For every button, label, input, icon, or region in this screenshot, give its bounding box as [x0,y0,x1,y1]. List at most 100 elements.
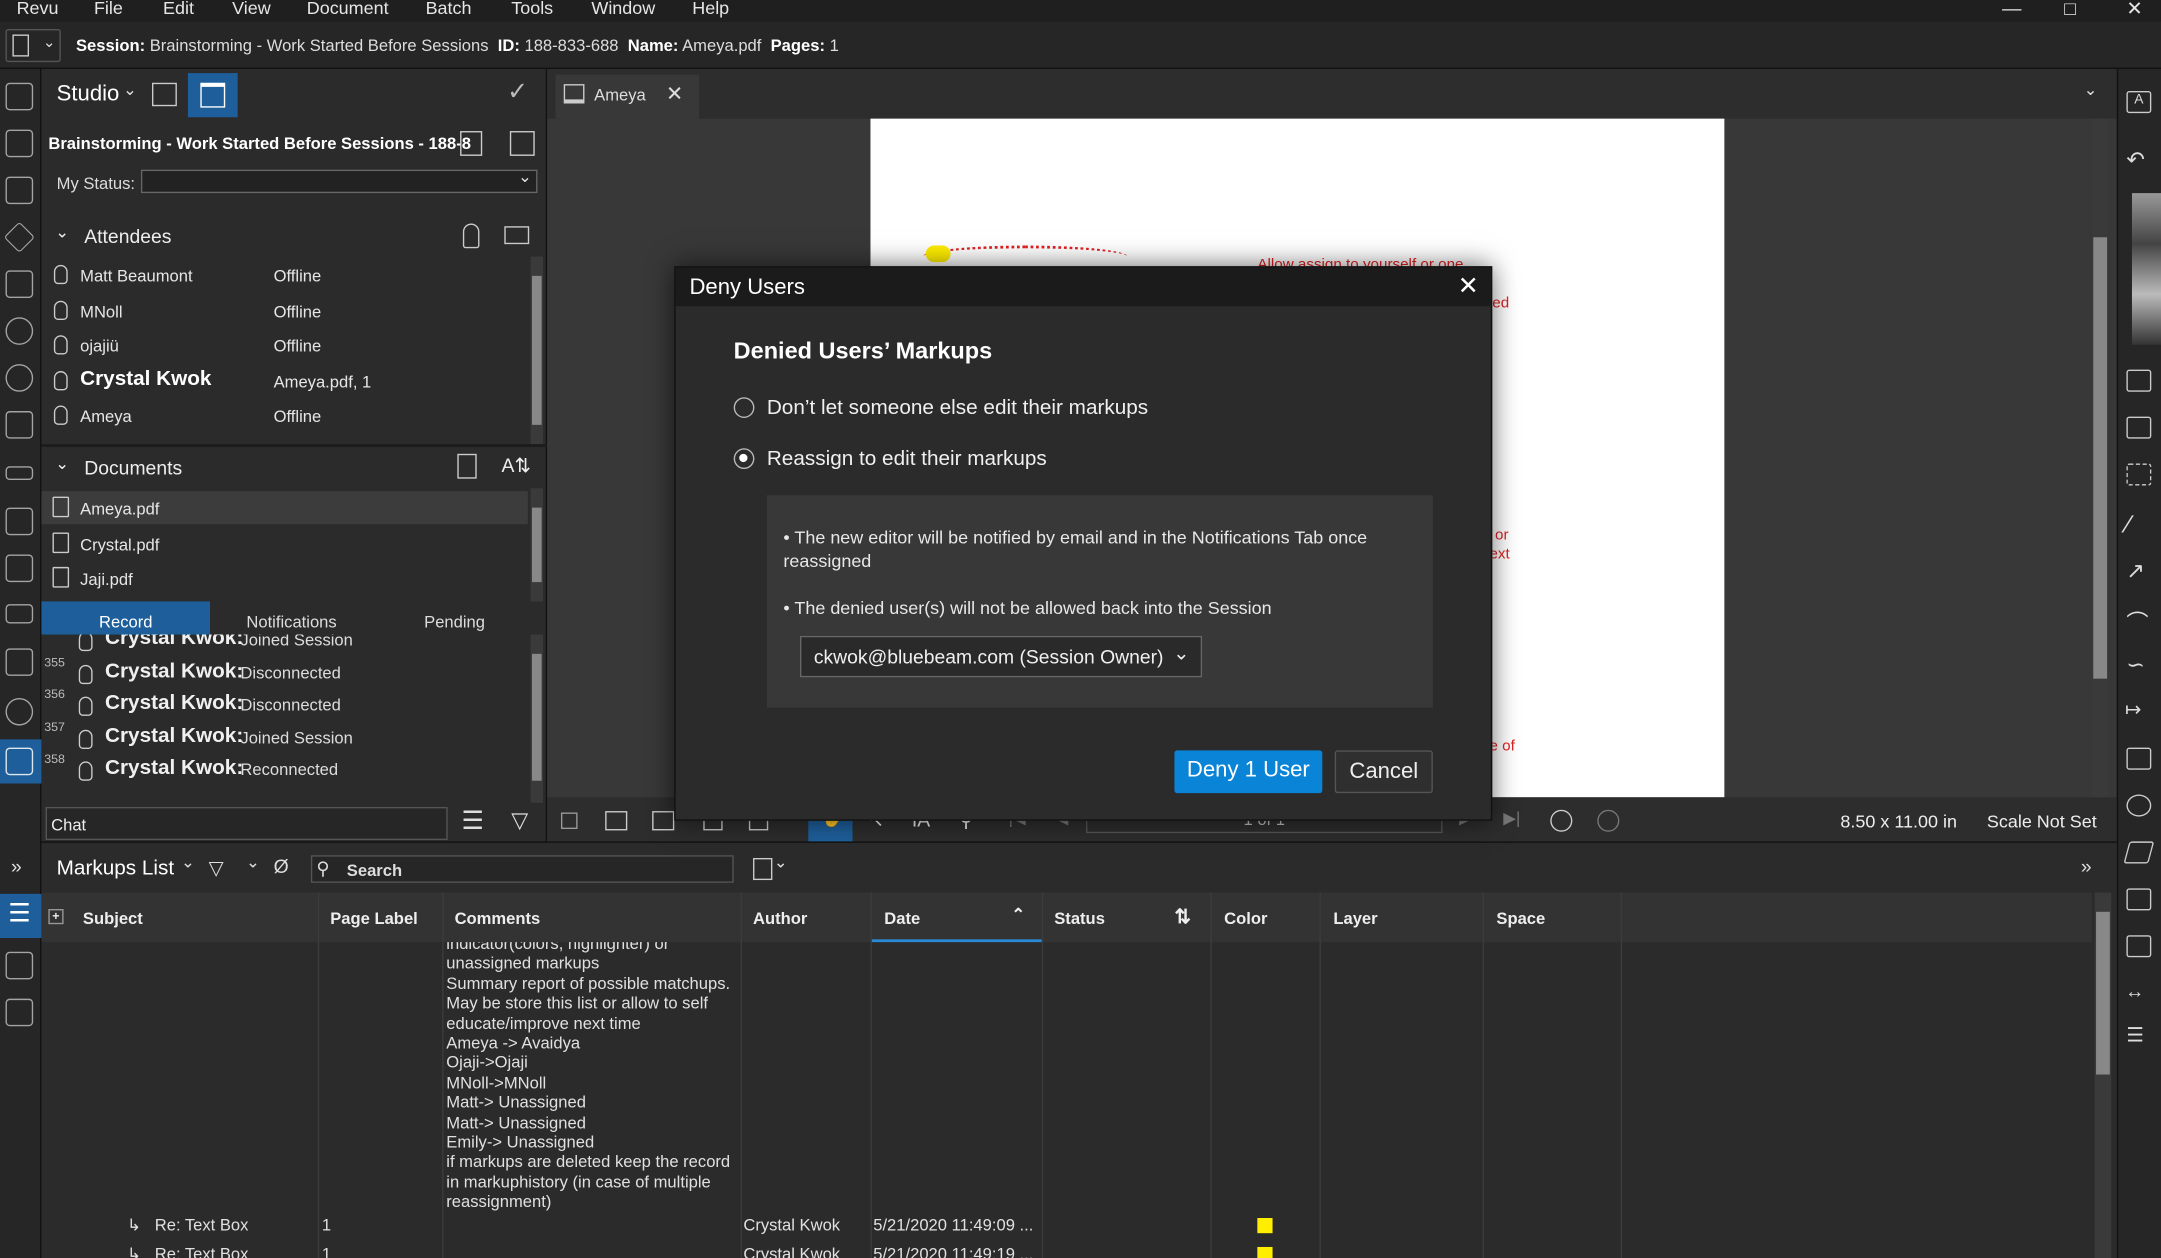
menu-document[interactable]: Document [307,0,389,18]
col-author[interactable]: Author [753,909,807,928]
col-layer[interactable]: Layer [1333,909,1377,928]
viewer-scrollbar[interactable] [2091,118,2109,798]
col-page-label[interactable]: Page Label [330,909,418,928]
my-status-select[interactable]: ⌄ [140,167,538,194]
bookmarks-icon[interactable] [5,176,34,205]
record-scrollbar[interactable] [530,634,544,803]
arc-icon[interactable]: ⌒ [2126,604,2148,637]
page-size[interactable]: 8.50 x 11.00 in [1840,811,1957,832]
polyline-icon[interactable]: ∽ [2126,651,2145,679]
close-tab-icon[interactable]: ✕ [666,81,683,106]
expand-all-icon[interactable]: + [48,909,64,925]
markups-list-title[interactable]: Markups List [57,857,174,880]
search-icon[interactable] [5,697,34,726]
tab-notifications[interactable]: Notifications [210,601,373,634]
radio-reassign[interactable] [733,448,755,469]
attendee-row[interactable]: Matt Beaumont Offline [41,259,525,292]
tab-pending[interactable]: Pending [373,601,536,634]
color-swatch[interactable] [1257,1246,1273,1258]
3d-icon[interactable] [5,951,34,980]
last-page-icon[interactable]: ▶| [1503,808,1520,827]
grid-icon[interactable] [5,129,34,158]
polygon-icon[interactable] [2123,841,2155,864]
close-window-icon[interactable]: ✕ [2126,0,2142,21]
length-icon[interactable]: ↔ [2125,979,2144,1001]
projects-icon[interactable] [151,82,177,107]
chevron-down-icon[interactable]: ⌄ [774,852,788,871]
menu-view[interactable]: View [232,0,271,18]
dimension-icon[interactable]: ↦ [2125,698,2141,721]
layers-icon[interactable] [3,221,35,253]
area-icon[interactable] [2126,888,2152,911]
back-view-icon[interactable] [1550,809,1573,832]
documents-scrollbar[interactable] [530,488,544,602]
menu-window[interactable]: Window [591,0,655,18]
col-status[interactable]: Status [1054,909,1105,928]
tab-record[interactable]: Record [41,601,211,635]
count-icon[interactable]: ☰ [2126,1024,2143,1047]
collapse-icon[interactable]: ⌄ [55,222,69,241]
menu-revu[interactable]: Revu [17,0,59,18]
location-icon[interactable] [5,364,34,392]
undo-icon[interactable]: ↶ [2126,146,2145,174]
gear-icon[interactable] [5,317,34,345]
reassign-user-select[interactable]: ckwok@bluebeam.com (Session Owner) ⌄ [800,635,1203,678]
filter-icon[interactable]: ▽ [511,807,528,835]
image-icon[interactable] [2126,416,2152,439]
highlight-markup[interactable] [925,245,951,263]
snapshot-icon[interactable] [2126,463,2152,486]
menu-help[interactable]: Help [692,0,729,18]
search-input[interactable]: Search [347,861,402,880]
rectangle-icon[interactable] [2126,747,2152,770]
list-icon[interactable]: ☰ [461,807,483,836]
attendee-row[interactable]: Ameya Offline [41,401,525,434]
col-color[interactable]: Color [1224,909,1267,928]
thumbnails-icon[interactable] [5,82,34,111]
single-page-icon[interactable] [560,812,578,830]
col-comments[interactable]: Comments [455,909,541,928]
filter-chevron-icon[interactable]: ⌄ [246,852,260,871]
add-document-icon[interactable] [457,453,477,479]
perimeter-icon[interactable] [2126,935,2152,958]
markups-search[interactable]: ⚲ Search [310,855,734,883]
markups-scrollbar[interactable] [2094,892,2112,1258]
sessions-tab[interactable] [187,73,238,118]
chevron-down-icon[interactable]: ⌄ [181,852,195,871]
studio-tab-active[interactable] [0,739,42,784]
attendee-row[interactable]: ojajiü Offline [41,330,525,363]
studio-chevron-icon[interactable]: ⌄ [123,80,137,99]
leave-session-icon[interactable] [460,131,483,156]
expand-panel-icon[interactable]: » [11,855,22,877]
collapse-panel-icon[interactable]: » [2081,855,2092,877]
cloud-markup[interactable] [922,245,1128,268]
sort-icon[interactable]: A⇅ [502,454,531,477]
add-attendee-icon[interactable] [462,223,480,249]
attendee-row[interactable]: Crystal Kwok Ameya.pdf, 1 [41,365,525,398]
markup-row[interactable]: ↳ Re: Text Box 1 Crystal Kwok 5/21/2020 11:4… [41,1239,2091,1258]
menu-file[interactable]: File [94,0,123,18]
col-subject[interactable]: Subject [83,909,143,928]
split-horizontal-icon[interactable] [652,811,675,831]
disconnect-icon[interactable]: ✓ [507,77,528,106]
maximize-icon[interactable]: □ [2064,0,2076,19]
menu-edit[interactable]: Edit [163,0,194,18]
chat-input[interactable]: Chat [45,806,448,841]
markups-list-tab[interactable]: ☰ [0,893,42,938]
document-row[interactable]: Jaji.pdf [41,562,527,595]
markup-icon[interactable] [5,507,34,536]
color-swatch[interactable] [1257,1218,1273,1234]
forward-view-icon[interactable] [1597,809,1620,832]
menu-batch[interactable]: Batch [426,0,472,18]
ellipse-icon[interactable] [2126,794,2152,817]
mail-icon[interactable] [504,226,530,245]
studio-title[interactable]: Studio [57,83,120,108]
arrow-icon[interactable]: ↗ [2126,557,2145,585]
signature-icon[interactable] [5,554,34,583]
attendee-row[interactable]: MNoll Offline [41,295,525,328]
summary-icon[interactable] [753,857,773,881]
document-row[interactable]: Ameya.pdf [41,491,528,525]
measure-icon[interactable] [5,466,34,481]
line-icon[interactable]: ∕ [2126,510,2130,539]
session-settings-icon[interactable] [509,131,535,156]
col-space[interactable]: Space [1496,909,1545,928]
